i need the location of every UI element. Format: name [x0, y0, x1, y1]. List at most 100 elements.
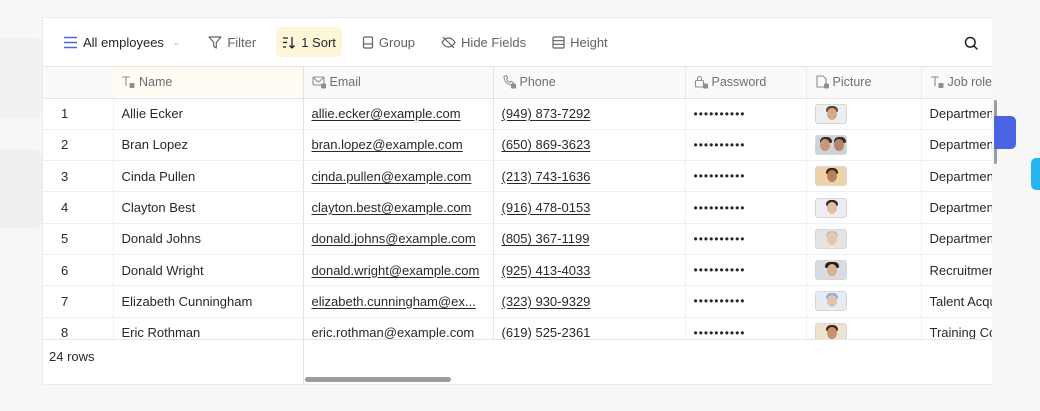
avatar-thumbnail[interactable]	[814, 166, 847, 187]
phone-link[interactable]: (916) 478-0153	[502, 200, 591, 215]
cell-password[interactable]: ••••••••••	[685, 191, 807, 224]
search-button[interactable]	[961, 33, 981, 53]
phone-link[interactable]: (213) 743-1636	[502, 169, 591, 184]
cell-job-role[interactable]: Departmen	[921, 98, 992, 130]
table-row[interactable]: 5 Donald Johns donald.johns@example.com …	[43, 223, 992, 255]
cell-password[interactable]: ••••••••••	[685, 254, 807, 287]
cell-phone[interactable]: (949) 873-7292	[493, 98, 686, 130]
phone-link[interactable]: (650) 869-3623	[502, 137, 591, 152]
sort-button[interactable]: 1 Sort	[276, 27, 342, 57]
table-row[interactable]: 2 Bran Lopez bran.lopez@example.com (650…	[43, 129, 992, 162]
cell-name[interactable]: Eric Rothman	[113, 317, 304, 339]
email-link[interactable]: bran.lopez@example.com	[312, 137, 463, 152]
chevron-down-icon: ⌄	[171, 36, 181, 48]
cell-name[interactable]: Clayton Best	[113, 191, 304, 224]
cell-password[interactable]: ••••••••••	[685, 129, 807, 162]
phone-link[interactable]: (805) 367-1199	[502, 231, 590, 246]
avatar-thumbnail[interactable]	[814, 197, 847, 218]
column-header-phone[interactable]: Phone	[493, 67, 686, 99]
cell-phone[interactable]: (650) 869-3623	[493, 129, 686, 162]
table-row[interactable]: 7 Elizabeth Cunningham elizabeth.cunning…	[43, 285, 992, 318]
cell-picture[interactable]	[806, 191, 922, 224]
view-selector[interactable]: All employees ⌄	[57, 27, 186, 57]
cell-name[interactable]: Elizabeth Cunningham	[113, 285, 304, 318]
avatar-thumbnail[interactable]	[814, 291, 847, 312]
avatar-thumbnail[interactable]	[814, 134, 847, 155]
email-link[interactable]: clayton.best@example.com	[312, 200, 472, 215]
cell-password[interactable]: ••••••••••	[685, 160, 807, 193]
cell-email[interactable]: clayton.best@example.com	[303, 191, 494, 224]
group-button[interactable]: Group	[356, 27, 421, 57]
row-index: 7	[43, 285, 114, 318]
cell-name[interactable]: Bran Lopez	[113, 129, 304, 162]
avatar-thumbnail[interactable]	[814, 260, 847, 281]
side-widget-tab[interactable]	[994, 116, 1016, 149]
column-header-label: Phone	[519, 75, 556, 90]
height-button[interactable]: Height	[546, 27, 614, 57]
cell-phone[interactable]: (213) 743-1636	[493, 160, 686, 193]
column-header-password[interactable]: Password	[685, 67, 807, 99]
phone-link[interactable]: (619) 525-2361	[502, 325, 591, 339]
cell-job-role[interactable]: Departmen	[921, 129, 992, 162]
cell-phone[interactable]: (916) 478-0153	[493, 191, 686, 224]
cell-picture[interactable]	[806, 317, 922, 339]
phone-link[interactable]: (323) 930-9329	[502, 294, 591, 309]
avatar-thumbnail[interactable]	[814, 322, 847, 339]
cell-email[interactable]: bran.lopez@example.com	[303, 129, 494, 162]
column-header-picture[interactable]: Picture	[806, 67, 922, 99]
cell-job-role[interactable]: Recruitmen	[921, 254, 992, 287]
email-link[interactable]: elizabeth.cunningham@ex...	[312, 294, 476, 309]
email-link[interactable]: eric.rothman@example.com	[312, 325, 475, 339]
cell-password[interactable]: ••••••••••	[685, 98, 807, 130]
cell-email[interactable]: donald.wright@example.com	[303, 254, 494, 287]
cell-email[interactable]: elizabeth.cunningham@ex...	[303, 285, 494, 318]
avatar-thumbnail[interactable]	[814, 228, 847, 249]
cell-job-role[interactable]: Department	[921, 191, 992, 224]
email-link[interactable]: cinda.pullen@example.com	[312, 169, 472, 184]
cell-phone[interactable]: (805) 367-1199	[493, 223, 686, 255]
email-link[interactable]: allie.ecker@example.com	[312, 106, 461, 121]
cell-name[interactable]: Donald Wright	[113, 254, 304, 287]
cell-name[interactable]: Donald Johns	[113, 223, 304, 255]
cell-picture[interactable]	[806, 98, 922, 130]
hide-fields-button[interactable]: Hide Fields	[435, 27, 532, 57]
cell-picture[interactable]	[806, 285, 922, 318]
cell-email[interactable]: allie.ecker@example.com	[303, 98, 494, 130]
cell-phone[interactable]: (925) 413-4033	[493, 254, 686, 287]
table-row[interactable]: 8 Eric Rothman eric.rothman@example.com …	[43, 317, 992, 339]
avatar-thumbnail[interactable]	[814, 103, 847, 124]
email-link[interactable]: donald.wright@example.com	[312, 263, 480, 278]
cell-phone[interactable]: (619) 525-2361	[493, 317, 686, 339]
cell-password[interactable]: ••••••••••	[685, 285, 807, 318]
cell-email[interactable]: donald.johns@example.com	[303, 223, 494, 255]
cell-job-role[interactable]: Department	[921, 160, 992, 193]
cell-picture[interactable]	[806, 160, 922, 193]
cell-phone[interactable]: (323) 930-9329	[493, 285, 686, 318]
table-row[interactable]: 4 Clayton Best clayton.best@example.com …	[43, 191, 992, 224]
cell-name[interactable]: Cinda Pullen	[113, 160, 304, 193]
cell-name[interactable]: Allie Ecker	[113, 98, 304, 130]
phone-link[interactable]: (925) 413-4033	[502, 263, 591, 278]
column-header-email[interactable]: Email	[303, 67, 494, 99]
filter-button[interactable]: Filter	[202, 27, 262, 57]
cell-password[interactable]: ••••••••••	[685, 317, 807, 339]
side-widget-tab[interactable]	[1031, 158, 1040, 190]
cell-picture[interactable]	[806, 254, 922, 287]
cell-password[interactable]: ••••••••••	[685, 223, 807, 255]
cell-email[interactable]: eric.rothman@example.com	[303, 317, 494, 339]
cell-picture[interactable]	[806, 129, 922, 162]
column-header-label: Job role	[947, 75, 992, 90]
cell-picture[interactable]	[806, 223, 922, 255]
cell-job-role[interactable]: Training Co	[921, 317, 992, 339]
horizontal-scrollbar[interactable]	[305, 377, 451, 382]
table-row[interactable]: 3 Cinda Pullen cinda.pullen@example.com …	[43, 160, 992, 193]
column-header-name[interactable]: Name	[113, 67, 304, 99]
cell-job-role[interactable]: Department	[921, 223, 992, 255]
email-link[interactable]: donald.johns@example.com	[312, 231, 476, 246]
table-row[interactable]: 6 Donald Wright donald.wright@example.co…	[43, 254, 992, 287]
column-header-job-role[interactable]: Job role	[921, 67, 992, 99]
phone-link[interactable]: (949) 873-7292	[502, 106, 591, 121]
table-row[interactable]: 1 Allie Ecker allie.ecker@example.com (9…	[43, 98, 992, 130]
cell-job-role[interactable]: Talent Acqu	[921, 285, 992, 318]
cell-email[interactable]: cinda.pullen@example.com	[303, 160, 494, 193]
